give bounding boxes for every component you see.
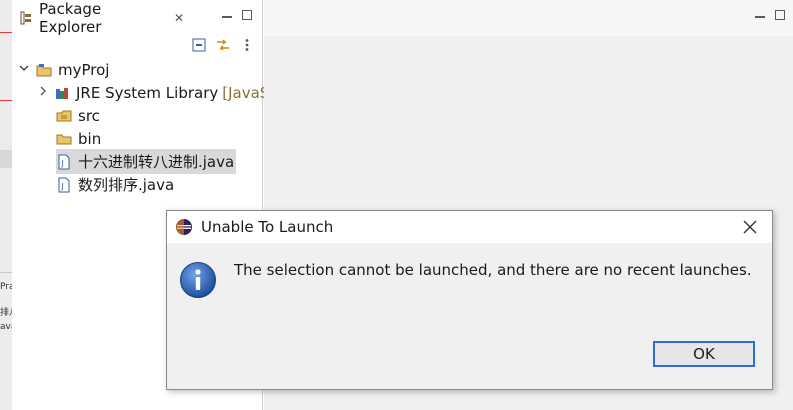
folder-icon [56,131,72,147]
package-explorer-title: Package Explorer [39,0,102,36]
dialog-title-bar: Unable To Launch [167,211,772,243]
explorer-toolbar [192,38,254,52]
link-with-editor-icon[interactable] [216,38,230,52]
minimize-icon[interactable] [222,16,232,18]
tree-item-label: JRE System Library [76,83,219,102]
java-file-icon: J [56,154,72,170]
tree-item-java-file[interactable]: J 十六进制转八进制.java [12,149,262,174]
unable-to-launch-dialog: Unable To Launch The selection cannot be… [166,210,773,390]
package-explorer-icon [19,11,33,25]
package-explorer-tab[interactable]: Package Explorer ✕ [12,0,184,36]
close-icon[interactable] [740,217,760,237]
tree-item-label: bin [78,129,102,148]
tree-item-jre[interactable]: JRE System Library [JavaS [12,81,269,104]
minimize-icon[interactable] [755,16,765,18]
tree-item-label: src [78,106,100,125]
dialog-message: The selection cannot be launched, and th… [234,261,752,279]
tree-item-label: 数列排序.java [78,176,175,194]
maximize-icon[interactable] [242,10,252,20]
tree-item-java-file[interactable]: J 数列排序.java [12,173,262,196]
svg-text:J: J [61,159,64,168]
left-strip-divider [0,32,12,33]
left-strip-fragment: Pra [0,282,12,292]
source-folder-icon [56,108,72,124]
maximize-icon[interactable] [775,10,785,20]
editor-view-controls [755,10,785,20]
tree-item-src[interactable]: src [12,104,262,127]
tree-item-decoration: [JavaS [222,83,270,102]
project-folder-icon [36,62,52,78]
collapse-all-icon[interactable] [192,38,206,52]
tree-item-bin[interactable]: bin [12,127,262,150]
tree-item-project[interactable]: myProj [12,58,262,81]
ok-button[interactable]: OK [653,341,755,367]
view-menu-icon[interactable] [240,38,254,52]
info-icon [179,261,217,299]
left-strip-fragment: ava [0,322,12,332]
tree-item-label: 十六进制转八进制.java [78,153,235,171]
svg-text:J: J [61,182,64,191]
tab-close-icon[interactable]: ✕ [174,11,184,25]
chevron-right-icon[interactable] [38,86,48,99]
editor-header [264,0,793,36]
left-strip-separator [0,272,12,273]
library-icon [54,85,70,101]
left-strip-highlight [0,150,12,168]
left-strip-divider [0,100,12,101]
project-tree: myProj JRE System Library [JavaS src bin… [12,58,269,196]
tree-item-label: myProj [58,60,110,79]
eclipse-icon [175,218,193,236]
view-controls [222,10,252,20]
chevron-down-icon[interactable] [18,63,30,76]
java-file-icon: J [56,177,72,193]
dialog-title: Unable To Launch [201,218,334,236]
left-strip-fragment: 排八 [0,308,12,318]
left-panel-strip: Pra 排八 ava [0,0,12,410]
